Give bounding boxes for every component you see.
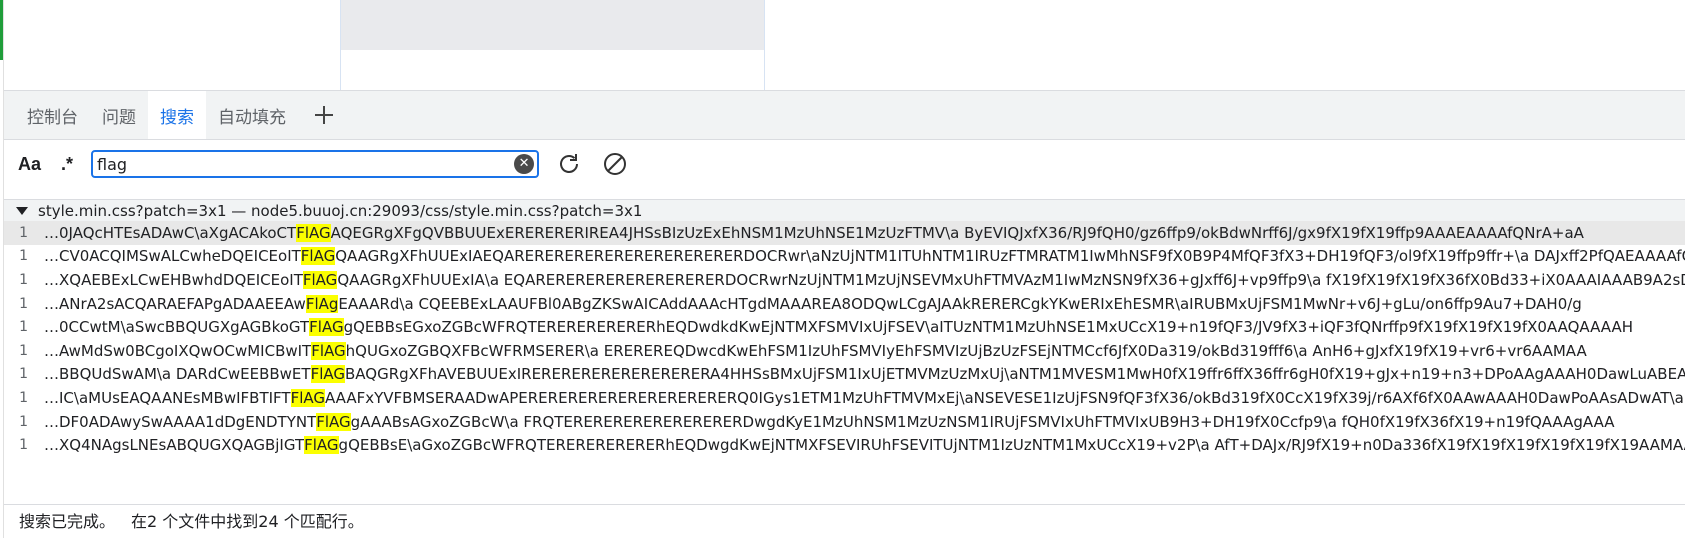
result-match-highlight: FlAg [305, 294, 339, 313]
result-file-name: style.min.css?patch=3x1 — node5.buuoj.cn… [38, 201, 643, 220]
collapse-triangle-icon[interactable] [16, 206, 28, 215]
tab-autofill[interactable]: 自动填充 [206, 91, 298, 139]
search-field[interactable]: ✕ [91, 150, 540, 178]
result-row[interactable]: 1 …IC\aMUsEAQAANEsMBwIFBTIFTFlAGAAAFxYVFB… [4, 386, 1685, 410]
result-row[interactable]: 1 …AwMdSw0BCgoIXQwOCwMICBwITFlAGhQUGxoZGB… [4, 339, 1685, 363]
result-text-after: QAAGRgXFhUUExIAEQARERERERERERERERERERERE… [335, 247, 1685, 266]
result-text-after: gAAABsAGxoZGBcW\a FRQTERERERERERERERERER… [350, 412, 1615, 431]
tab-console[interactable]: 控制台 [4, 91, 90, 139]
result-text: …CV0ACQIMSwALCwheDQEICEoITFlAGQAAGRgXFhU… [44, 247, 1685, 266]
result-text-before: …BBQUdSwAM\a DARdCwEEBBwET [44, 365, 311, 384]
status-summary: 在2 个文件中找到24 个匹配行。 [131, 512, 364, 531]
result-text-before: …AwMdSw0BCgoIXQwOCwMICBwIT [44, 341, 312, 360]
result-text-after: hQUGxoZGBQXFBcWFRMSERER\a EREREREQDwcdKw… [345, 341, 1587, 360]
tab-issues[interactable]: 问题 [90, 91, 148, 139]
result-line-number: 1 [19, 224, 28, 241]
regex-button[interactable]: .* [61, 154, 73, 175]
result-match-highlight: FlAG [304, 436, 339, 455]
page-viewport [0, 0, 1685, 90]
result-text-after: gQEBBsEGxoZGBcWFRQTERERERERERERhEQDwdkdK… [343, 318, 1633, 337]
result-text-before: …0CCwtM\aSwcBBQUGXgAGBkoGT [44, 318, 310, 337]
result-text-before: …XQ4NAgsLNEsABQUGXQAGBjIGT [44, 436, 305, 455]
result-text-before: …XQAEBExLCwEHBwhdDQEICEoIT [44, 270, 303, 289]
status-done: 搜索已完成。 [19, 512, 116, 531]
clear-icon[interactable]: ✕ [514, 154, 535, 174]
result-match-highlight: FlAG [309, 318, 344, 337]
result-match-highlight: FlAG [302, 270, 338, 289]
result-text-before: …0JAQcHTEsADAwC\aXgACAkoCT [44, 223, 297, 242]
result-text-after: AQEGRgXFgQVBBUUExERERERERIREA4JHSsBIzUzE… [330, 223, 1584, 242]
result-row[interactable]: 1 …0JAQcHTEsADAwC\aXgACAkoCTFlAGAQEGRgXFg… [4, 221, 1685, 245]
result-file-header[interactable]: style.min.css?patch=3x1 — node5.buuoj.cn… [4, 200, 1685, 221]
result-match-highlight: FlAG [290, 388, 325, 407]
result-text: …ANrA2sACQARAEFAPgADAAEEAwFlAgEAAARd\a C… [44, 294, 1582, 313]
result-row[interactable]: 1 …XQ4NAgsLNEsABQUGXQAGBjIGTFlAGgQEBBsE\a… [4, 433, 1685, 457]
result-text: …BBQUdSwAM\a DARdCwEEBBwETFlAGBAQGRgXFhA… [44, 365, 1685, 384]
result-text: …DF0ADAwySwAAAA1dDgENDTYNTFlAGgAAABsAGxo… [44, 412, 1615, 431]
result-text-after: EAAARd\a CQEEBExLAAUFBl0ABgZKSwAICAddAAA… [338, 294, 1582, 313]
result-text: …0CCwtM\aSwcBBQUGXgAGBkoGTFlAGgQEBBsEGxo… [44, 318, 1633, 337]
page-divider-left [340, 0, 341, 90]
result-line-number: 1 [19, 437, 28, 454]
result-text: …XQ4NAgsLNEsABQUGXQAGBjIGTFlAGgQEBBsE\aG… [44, 436, 1685, 455]
result-text: …XQAEBExLCwEHBwhdDQEICEoITFlAGQAAGRgXFhU… [44, 270, 1685, 289]
result-match-highlight: FlAG [311, 341, 346, 360]
result-match-highlight: FlAG [310, 365, 345, 384]
result-text-after: QAAGRgXFhUUExIA\a EQARERERERERERERERERER… [337, 270, 1685, 289]
result-line-number: 1 [19, 389, 28, 406]
result-line-number: 1 [19, 295, 28, 312]
result-line-number: 1 [19, 271, 28, 288]
result-text-before: …IC\aMUsEAQAANEsMBwIFBTIFT [44, 388, 291, 407]
search-results: style.min.css?patch=3x1 — node5.buuoj.cn… [4, 199, 1685, 492]
result-text-after: gQEBBsE\aGxoZGBcWFRQTERERERERERERhEQDwgd… [338, 436, 1685, 455]
status-bar: 搜索已完成。 在2 个文件中找到24 个匹配行。 [4, 504, 1685, 535]
result-row[interactable]: 1 …ANrA2sACQARAEFAPgADAAEEAwFlAgEAAARd\a … [4, 292, 1685, 316]
page-divider-right [764, 0, 765, 90]
devtools-drawer-tabs: 控制台 问题 搜索 自动填充 [4, 90, 1685, 140]
result-line-number: 1 [19, 342, 28, 359]
result-text-before: …CV0ACQIMSwALCwheDQEICEoIT [44, 247, 301, 266]
result-text-after: AAAFxYVFBMSERAADwAPERERERERERERERERERERE… [325, 388, 1685, 407]
result-text: …AwMdSw0BCgoIXQwOCwMICBwITFlAGhQUGxoZGBQ… [44, 341, 1587, 360]
result-text-before: …DF0ADAwySwAAAA1dDgENDTYNT [44, 412, 317, 431]
refresh-icon[interactable] [555, 150, 583, 178]
result-line-number: 1 [19, 319, 28, 336]
result-line-number: 1 [19, 366, 28, 383]
page-gray-block [340, 0, 764, 50]
result-match-highlight: FlAG [296, 223, 331, 242]
search-input[interactable] [97, 153, 498, 175]
result-text-before: …ANrA2sACQARAEFAPgADAAEEAw [44, 294, 306, 313]
result-row[interactable]: 1 …CV0ACQIMSwALCwheDQEICEoITFlAGQAAGRgXFh… [4, 245, 1685, 269]
result-row[interactable]: 1 …DF0ADAwySwAAAA1dDgENDTYNTFlAGgAAABsAGx… [4, 410, 1685, 434]
result-line-number: 1 [19, 248, 28, 265]
plus-icon[interactable] [298, 91, 350, 139]
result-row[interactable]: 1 …XQAEBExLCwEHBwhdDQEICEoITFlAGQAAGRgXFh… [4, 268, 1685, 292]
result-text: …0JAQcHTEsADAwC\aXgACAkoCTFlAGAQEGRgXFgQ… [44, 223, 1584, 242]
result-match-highlight: FlAG [316, 412, 351, 431]
result-text-after: BAQGRgXFhAVEBUUExIRERERERERERERERERERA4H… [345, 365, 1685, 384]
result-line-number: 1 [19, 413, 28, 430]
tab-search[interactable]: 搜索 [148, 91, 206, 139]
result-row[interactable]: 1 …0CCwtM\aSwcBBQUGXgAGBkoGTFlAGgQEBBsEGx… [4, 315, 1685, 339]
block-icon[interactable] [601, 150, 629, 178]
result-text: …IC\aMUsEAQAANEsMBwIFBTIFTFlAGAAAFxYVFBM… [44, 388, 1685, 407]
search-toolbar: Aa .* ✕ [4, 140, 1685, 188]
match-case-button[interactable]: Aa [18, 154, 41, 175]
result-match-highlight: FlAG [300, 247, 336, 266]
result-row[interactable]: 1 …BBQUdSwAM\a DARdCwEEBBwETFlAGBAQGRgXFh… [4, 363, 1685, 387]
